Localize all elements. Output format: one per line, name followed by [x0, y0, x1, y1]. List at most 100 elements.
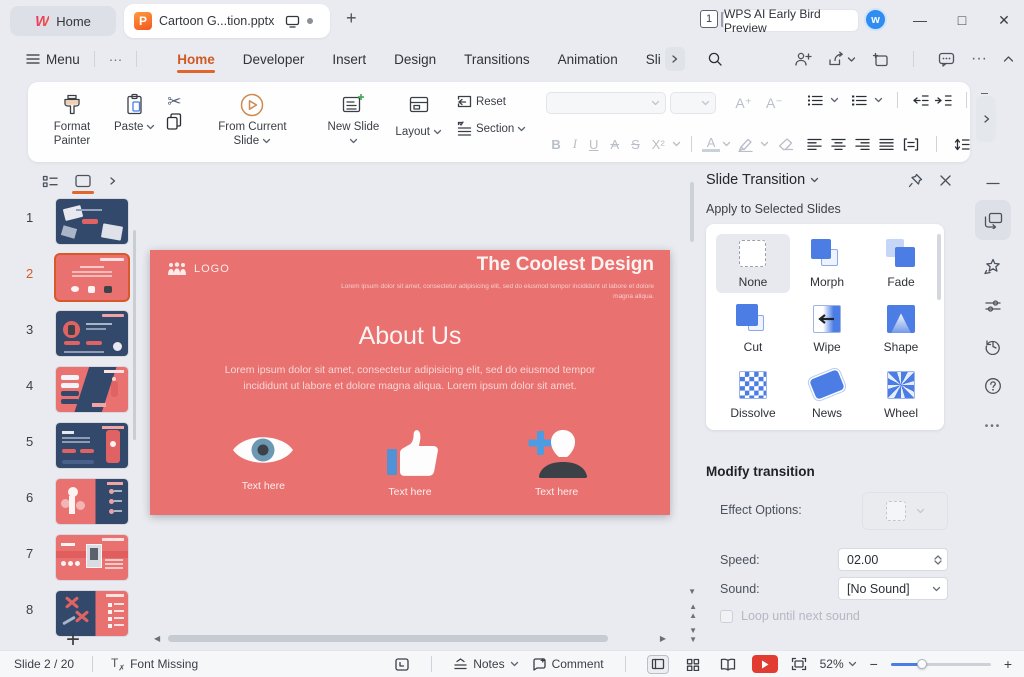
slide-about-title[interactable]: About Us: [150, 322, 670, 351]
chevron-down-icon[interactable]: [830, 96, 839, 104]
tab-transitions[interactable]: Transitions: [450, 44, 544, 75]
collapse-panel-button[interactable]: [975, 166, 1011, 200]
quick-access-more[interactable]: ···: [109, 52, 123, 67]
bold-button[interactable]: B: [546, 137, 565, 152]
transition-option-dissolve[interactable]: Dissolve: [716, 365, 790, 424]
align-left-icon[interactable]: [807, 138, 822, 150]
slide-canvas[interactable]: LOGO The Coolest Design Lorem ipsum dolo…: [140, 162, 700, 650]
copy-icon[interactable]: [165, 112, 183, 131]
from-current-slide-button[interactable]: From Current Slide: [203, 88, 301, 151]
wps-ai-button[interactable]: WPS AI Early Bird Preview: [723, 9, 859, 32]
paste-button[interactable]: Paste: [108, 88, 161, 136]
new-tab-button[interactable]: +: [346, 8, 357, 29]
settings-sliders-icon[interactable]: [975, 286, 1011, 326]
font-missing-indicator[interactable]: T✗ Font Missing: [111, 656, 198, 672]
tab-developer[interactable]: Developer: [229, 44, 319, 75]
task-window-icon[interactable]: [394, 657, 410, 672]
home-tab[interactable]: W Home: [10, 6, 116, 36]
slideshow-play-button[interactable]: [752, 655, 778, 673]
help-icon[interactable]: [975, 366, 1011, 406]
italic-button[interactable]: I: [568, 136, 582, 152]
more-tools-icon[interactable]: ···: [971, 50, 987, 68]
slide-2-editing-surface[interactable]: LOGO The Coolest Design Lorem ipsum dolo…: [150, 250, 670, 515]
tab-animation[interactable]: Animation: [544, 44, 632, 75]
feature-follow[interactable]: Text here: [497, 428, 617, 498]
section-button[interactable]: Section: [452, 119, 530, 138]
slide-header-subtitle[interactable]: Lorem ipsum dolor sit amet, consectetur …: [324, 282, 654, 302]
fit-to-window-icon[interactable]: [791, 657, 807, 671]
tab-scroll-right-button[interactable]: [665, 47, 685, 71]
tab-design[interactable]: Design: [380, 44, 450, 75]
next-slide-button[interactable]: ▼▼: [689, 626, 695, 644]
pin-to-taskbar-icon[interactable]: [872, 52, 889, 67]
transition-option-morph[interactable]: Morph: [790, 234, 864, 293]
font-name-combo[interactable]: [546, 92, 666, 114]
strikethrough-button[interactable]: S: [626, 137, 645, 152]
scroll-left-arrow[interactable]: ◀: [154, 634, 160, 643]
layout-button[interactable]: Layout: [389, 88, 448, 141]
horizontal-scroll-thumb[interactable]: [168, 635, 608, 642]
collapse-ribbon-icon[interactable]: [1003, 55, 1014, 63]
previous-slide-button[interactable]: ▲▲: [689, 602, 695, 620]
superscript-button[interactable]: X²: [647, 137, 670, 152]
chevron-down-icon[interactable]: [672, 140, 681, 148]
underline-button[interactable]: U: [584, 137, 603, 152]
zoom-slider[interactable]: [891, 658, 991, 670]
history-icon[interactable]: [975, 326, 1011, 366]
slide-header-title[interactable]: The Coolest Design: [477, 254, 654, 276]
numbered-list-icon[interactable]: [851, 94, 868, 107]
decrease-font-button[interactable]: A⁻: [761, 95, 788, 112]
thumbnail-scrollbar[interactable]: [133, 230, 136, 440]
tab-slideshow-truncated[interactable]: Sli: [632, 44, 665, 75]
transition-option-wheel[interactable]: Wheel: [864, 365, 938, 424]
chevron-down-icon[interactable]: [874, 96, 883, 104]
pin-panel-icon[interactable]: [908, 173, 923, 188]
slide-view-icon[interactable]: [74, 174, 92, 188]
chevron-down-icon[interactable]: [722, 140, 731, 148]
thumbnail-panel-expand-icon[interactable]: [108, 177, 117, 185]
chevron-down-icon[interactable]: [760, 140, 769, 148]
share-export-icon[interactable]: [828, 51, 856, 67]
slide-sorter-view-button[interactable]: [682, 655, 704, 674]
transition-option-none[interactable]: None: [716, 234, 790, 293]
transition-pane-icon[interactable]: [975, 200, 1011, 240]
spinner-arrows[interactable]: [934, 555, 947, 565]
zoom-level-control[interactable]: 52%: [820, 657, 857, 671]
transition-option-wipe[interactable]: Wipe: [790, 299, 864, 358]
justify-icon[interactable]: [879, 138, 894, 150]
slide-thumbnail-7[interactable]: 7: [0, 532, 140, 588]
comment-button[interactable]: Comment: [532, 657, 604, 671]
panel-title-dropdown-icon[interactable]: [810, 176, 819, 184]
speed-input[interactable]: [839, 553, 919, 567]
minimize-button[interactable]: —: [900, 0, 940, 40]
eraser-icon[interactable]: [777, 137, 795, 151]
speed-spinner[interactable]: [838, 548, 948, 571]
comment-bubble-icon[interactable]: [938, 52, 955, 67]
horizontal-scrollbar[interactable]: ◀ ▶: [158, 635, 660, 642]
notes-button[interactable]: Notes: [453, 657, 518, 671]
transition-option-shape[interactable]: Shape: [864, 299, 938, 358]
close-panel-icon[interactable]: [939, 173, 952, 188]
slide-logo[interactable]: LOGO: [166, 262, 230, 276]
animation-pane-icon[interactable]: [975, 246, 1011, 286]
align-right-icon[interactable]: [855, 138, 870, 150]
scroll-right-arrow[interactable]: ▶: [660, 634, 666, 643]
line-spacing-icon[interactable]: [954, 138, 970, 151]
sound-dropdown[interactable]: [No Sound]: [838, 577, 948, 600]
distribute-text-icon[interactable]: [903, 138, 919, 151]
outline-view-icon[interactable]: [42, 175, 58, 188]
new-slide-button[interactable]: New Slide: [321, 88, 385, 151]
slide-about-body[interactable]: Lorem ipsum dolor sit amet, consectetur …: [220, 362, 600, 395]
search-icon[interactable]: [707, 51, 723, 67]
normal-view-button[interactable]: [647, 655, 669, 674]
slide-thumbnail-3[interactable]: 3: [0, 308, 140, 364]
slide-thumbnail-5[interactable]: 5: [0, 420, 140, 476]
slide-thumbnail-1[interactable]: 1: [0, 196, 140, 252]
feature-like[interactable]: Text here: [350, 428, 470, 498]
effect-options-dropdown[interactable]: [862, 492, 948, 530]
zoom-out-button[interactable]: −: [870, 656, 878, 672]
bullet-list-icon[interactable]: [807, 94, 824, 107]
increase-font-button[interactable]: A⁺: [730, 95, 757, 112]
vertical-scroll-thumb[interactable]: [690, 182, 694, 242]
document-tab[interactable]: P Cartoon G...tion.pptx: [124, 4, 330, 38]
